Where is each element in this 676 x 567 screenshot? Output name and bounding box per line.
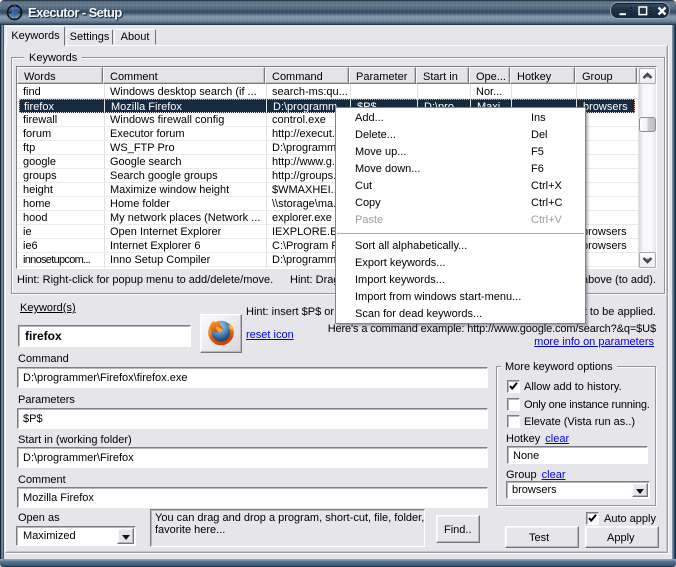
svg-text:E: E [11, 6, 20, 20]
